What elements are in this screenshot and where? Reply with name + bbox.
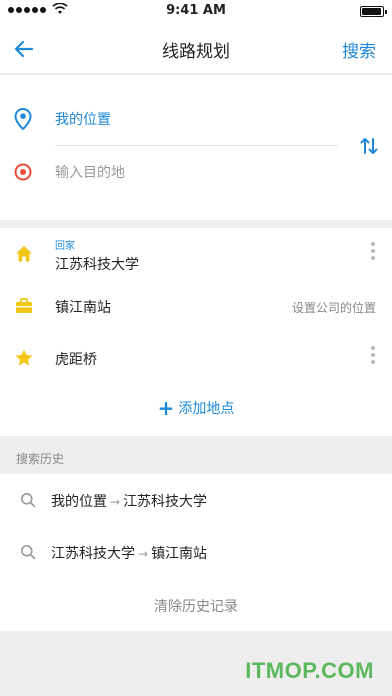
place-home[interactable]: 回家 江苏科技大学 (0, 228, 392, 280)
history-route: 我的位置 → 江苏科技大学 (51, 491, 207, 511)
route-input-card: 我的位置 输入目的地 (0, 75, 392, 220)
add-place-button[interactable]: + 添加地点 (0, 396, 392, 424)
watermark-logo: ITMOP.COM (245, 658, 374, 683)
destination-field[interactable]: 输入目的地 (0, 148, 340, 196)
battery-icon (360, 6, 387, 17)
plus-icon: + (157, 396, 175, 420)
history-item[interactable]: 江苏科技大学 → 镇江南站 (0, 526, 392, 578)
history-route: 江苏科技大学 → 镇江南站 (51, 543, 207, 563)
search-icon (21, 493, 36, 508)
status-time: 9:41 AM (166, 3, 226, 18)
origin-value: 我的位置 (55, 112, 111, 128)
work-name: 镇江南站 (55, 300, 111, 316)
arrow-right-icon: → (138, 547, 149, 561)
search-icon (21, 545, 36, 560)
history-from: 江苏科技大学 (51, 546, 135, 562)
target-icon (14, 163, 32, 181)
history-to: 镇江南站 (151, 546, 208, 562)
briefcase-icon (16, 298, 32, 313)
search-button[interactable]: 搜索 (342, 37, 376, 62)
page-title: 线路规划 (162, 42, 230, 62)
home-tag: 回家 (55, 241, 75, 252)
location-pin-icon (14, 108, 32, 130)
status-bar: 9:41 AM (0, 0, 392, 22)
back-arrow-icon[interactable] (12, 36, 38, 62)
home-name: 江苏科技大学 (55, 257, 139, 273)
saved-places: 回家 江苏科技大学 镇江南站 设置公司的位置 虎距桥 + 添加地点 (0, 228, 392, 436)
place-favorite[interactable]: 虎距桥 (0, 332, 392, 384)
place-work[interactable]: 镇江南站 设置公司的位置 (0, 280, 392, 332)
arrow-right-icon: → (110, 495, 121, 509)
swap-icon[interactable] (360, 136, 378, 156)
more-icon[interactable] (370, 346, 376, 370)
divider (55, 145, 338, 146)
search-history: 我的位置 → 江苏科技大学 江苏科技大学 → 镇江南站 清除历史记录 (0, 474, 392, 631)
destination-placeholder: 输入目的地 (55, 165, 125, 181)
clear-history-button[interactable]: 清除历史记录 (0, 596, 392, 616)
set-company-link[interactable]: 设置公司的位置 (292, 299, 376, 316)
history-item[interactable]: 我的位置 → 江苏科技大学 (0, 474, 392, 526)
nav-bar: 线路规划 搜索 (0, 22, 392, 74)
favorite-name: 虎距桥 (55, 352, 97, 368)
star-icon (15, 349, 33, 366)
history-from: 我的位置 (51, 494, 107, 510)
add-place-label: 添加地点 (178, 401, 235, 417)
more-icon[interactable] (370, 242, 376, 266)
origin-field[interactable]: 我的位置 (0, 95, 340, 143)
home-icon (16, 246, 32, 262)
history-to: 江苏科技大学 (123, 494, 208, 510)
history-header: 搜索历史 (16, 452, 65, 466)
